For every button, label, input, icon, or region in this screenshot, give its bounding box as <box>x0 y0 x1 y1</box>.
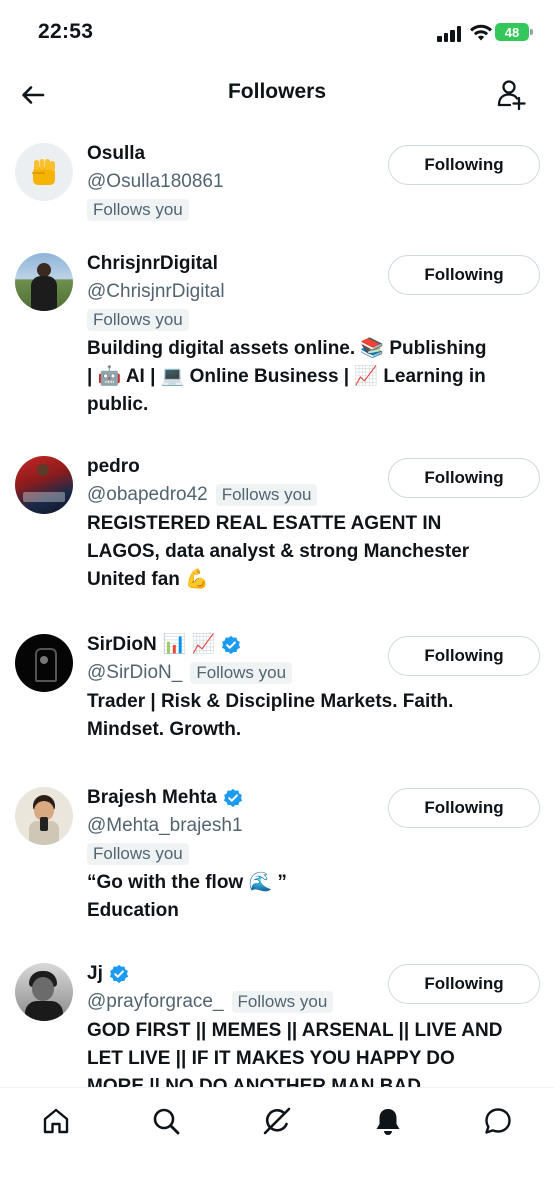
battery-tip <box>530 29 533 35</box>
follower-bio: REGISTERED REAL ESATTE AGENT IN LAGOS, d… <box>87 510 540 594</box>
status-bar: 22:53 48 <box>0 0 554 62</box>
battery-indicator: 48 <box>495 23 529 41</box>
follower-row[interactable]: Brajesh Mehta @Mehta_brajesh1 Follows yo… <box>0 786 554 936</box>
follower-row[interactable]: Jj @prayforgrace_ Follows you GOD FIRST |… <box>0 962 554 1087</box>
bio-line: Trader | Risk & Discipline Markets. Fait… <box>87 691 454 712</box>
bio-line: GOD FIRST || MEMES || ARSENAL || LIVE AN… <box>87 1020 503 1041</box>
follower-row[interactable]: pedro @obapedro42 Follows you REGISTERED … <box>0 455 554 605</box>
messages-icon[interactable] <box>483 1106 513 1136</box>
following-button[interactable]: Following <box>388 458 540 498</box>
verified-badge-icon <box>109 964 128 984</box>
bio-line: LET LIVE || IF IT MAKES YOU HAPPY DO <box>87 1048 455 1069</box>
bio-line: Education <box>87 900 179 921</box>
follower-bio: “Go with the flow 🌊 ” Education <box>87 869 540 925</box>
bio-line: Building digital assets online. 📚 Publis… <box>87 338 487 359</box>
name-emojis: 📊 📈 <box>162 634 216 655</box>
follower-name: SirDioN <box>87 634 157 655</box>
page-title: Followers <box>227 80 327 103</box>
follows-you-badge: Follows you <box>215 484 318 506</box>
bio-line: Mindset. Growth. <box>87 719 242 740</box>
follows-you-badge: Follows you <box>87 199 189 221</box>
follows-you-badge: Follows you <box>231 991 334 1013</box>
following-button[interactable]: Following <box>388 636 540 676</box>
verified-badge-icon <box>222 635 241 655</box>
followers-list: Osulla @Osulla180861 Follows you Followi… <box>0 130 554 1087</box>
follower-handle: @prayforgrace_ <box>87 991 224 1012</box>
avatar[interactable] <box>15 456 73 514</box>
follower-handle: @obapedro42 <box>87 484 208 505</box>
top-header: Followers <box>0 62 554 126</box>
bio-line: “Go with the flow 🌊 ” <box>87 872 287 893</box>
bio-line: | 🤖 AI | 💻 Online Business | 📈 Learning … <box>87 366 486 387</box>
follows-you-badge: Follows you <box>190 662 293 684</box>
bottom-tab-bar <box>0 1087 554 1200</box>
avatar[interactable] <box>15 143 73 201</box>
status-time: 22:53 <box>38 20 94 43</box>
cellular-signal-icon <box>437 26 463 42</box>
follower-row[interactable]: Osulla @Osulla180861 Follows you Followi… <box>0 142 554 242</box>
following-button[interactable]: Following <box>388 964 540 1004</box>
avatar[interactable] <box>15 253 73 311</box>
bio-line: LAGOS, data analyst & strong Manchester <box>87 541 470 562</box>
home-icon[interactable] <box>41 1106 71 1136</box>
follows-you-badge: Follows you <box>87 309 189 331</box>
avatar[interactable] <box>15 634 73 692</box>
follower-bio: Trader | Risk & Discipline Markets. Fait… <box>87 688 540 744</box>
bio-line: REGISTERED REAL ESATTE AGENT IN <box>87 513 442 534</box>
avatar[interactable] <box>15 787 73 845</box>
search-icon[interactable] <box>151 1106 181 1136</box>
follower-bio: GOD FIRST || MEMES || ARSENAL || LIVE AN… <box>87 1017 540 1087</box>
bio-line: MORE || NO DO ANOTHER MAN BAD <box>87 1076 421 1087</box>
verified-badge-icon <box>223 788 242 808</box>
wifi-icon <box>470 24 492 41</box>
follower-row[interactable]: ChrisjnrDigital @ChrisjnrDigital Follows… <box>0 252 554 422</box>
bio-line: public. <box>87 394 149 415</box>
following-button[interactable]: Following <box>388 145 540 185</box>
notifications-icon[interactable] <box>373 1106 403 1136</box>
raised-fist-icon <box>32 159 55 185</box>
follower-row[interactable]: SirDioN 📊 📈 @SirDioN_ Follows you Trader |… <box>0 633 554 753</box>
bio-line: United fan 💪 <box>87 569 209 590</box>
following-button[interactable]: Following <box>388 788 540 828</box>
follower-name: Jj <box>87 963 103 984</box>
follower-handle: @SirDioN_ <box>87 662 183 683</box>
follower-name: Brajesh Mehta <box>87 787 217 808</box>
follows-you-badge: Follows you <box>87 843 189 865</box>
avatar[interactable] <box>15 963 73 1021</box>
add-person-icon[interactable] <box>496 78 528 110</box>
follower-bio: Building digital assets online. 📚 Publis… <box>87 335 540 419</box>
following-button[interactable]: Following <box>388 255 540 295</box>
grok-icon[interactable] <box>262 1106 292 1136</box>
